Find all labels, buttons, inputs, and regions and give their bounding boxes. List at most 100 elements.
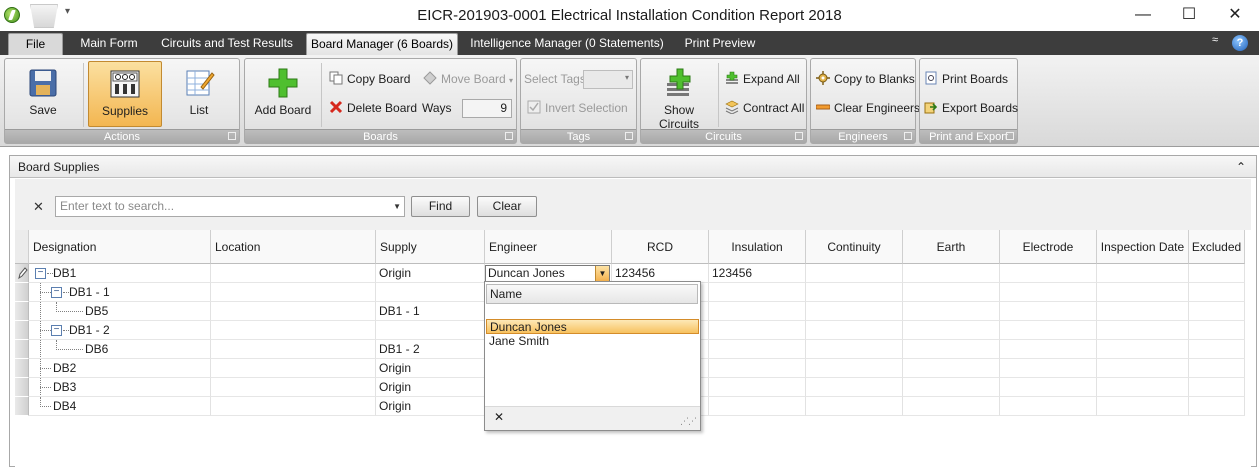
designation-cell[interactable]: DB5 [29, 302, 211, 321]
inspection-date-cell[interactable] [1097, 359, 1189, 378]
close-button[interactable]: ✕ [1212, 0, 1258, 30]
electrode-cell[interactable] [1000, 359, 1097, 378]
designation-cell[interactable]: DB3 [29, 378, 211, 397]
row-indicator[interactable] [15, 397, 29, 416]
earth-cell[interactable] [903, 378, 1000, 397]
popup-column-header-name[interactable]: Name [486, 284, 698, 304]
column-header-continuity[interactable]: Continuity [806, 230, 903, 264]
excluded-cell[interactable] [1189, 283, 1245, 302]
resize-grip-icon[interactable]: ⋰⋰ [680, 416, 697, 427]
continuity-cell[interactable] [806, 302, 903, 321]
designation-cell[interactable]: DB2 [29, 359, 211, 378]
chevron-down-icon[interactable]: ▼ [393, 197, 401, 216]
copy-to-blanks-button[interactable]: Copy to Blanks [816, 69, 915, 89]
collapse-node-icon[interactable]: − [51, 325, 62, 336]
inspection-date-cell[interactable] [1097, 397, 1189, 416]
insulation-cell[interactable] [709, 321, 806, 340]
show-circuits-button[interactable]: Show Circuits [644, 61, 714, 131]
insulation-cell[interactable] [709, 359, 806, 378]
earth-cell[interactable] [903, 283, 1000, 302]
inspection-date-cell[interactable] [1097, 302, 1189, 321]
continuity-cell[interactable] [806, 283, 903, 302]
insulation-cell[interactable] [709, 378, 806, 397]
designation-cell[interactable]: DB6 [29, 340, 211, 359]
help-icon[interactable]: ? [1232, 35, 1248, 51]
minimize-button[interactable]: — [1120, 0, 1166, 30]
earth-cell[interactable] [903, 359, 1000, 378]
designation-cell[interactable]: − DB1 [29, 264, 211, 283]
delete-board-button[interactable]: Delete Board [329, 98, 417, 118]
supply-cell[interactable] [376, 321, 485, 340]
collapse-node-icon[interactable]: − [51, 287, 62, 298]
dialog-launcher-icon[interactable] [625, 132, 633, 140]
list-button[interactable]: List [165, 61, 233, 127]
supply-cell[interactable]: Origin [376, 378, 485, 397]
electrode-cell[interactable] [1000, 283, 1097, 302]
dialog-launcher-icon[interactable] [505, 132, 513, 140]
earth-cell[interactable] [903, 264, 1000, 283]
designation-cell[interactable]: DB4 [29, 397, 211, 416]
designation-cell[interactable]: − DB1 - 2 [29, 321, 211, 340]
column-header-excluded[interactable]: Excluded [1189, 230, 1245, 264]
dialog-launcher-icon[interactable] [904, 132, 912, 140]
save-button[interactable]: Save [9, 61, 77, 127]
earth-cell[interactable] [903, 397, 1000, 416]
search-input[interactable]: Enter text to search... ▼ [55, 196, 405, 217]
inspection-date-cell[interactable] [1097, 264, 1189, 283]
excluded-cell[interactable] [1189, 321, 1245, 340]
column-header-electrode[interactable]: Electrode [1000, 230, 1097, 264]
excluded-cell[interactable] [1189, 302, 1245, 321]
supply-cell[interactable]: DB1 - 1 [376, 302, 485, 321]
print-boards-button[interactable]: Print Boards [924, 69, 1008, 89]
clear-search-icon[interactable]: ✕ [33, 199, 44, 215]
earth-cell[interactable] [903, 321, 1000, 340]
column-header-earth[interactable]: Earth [903, 230, 1000, 264]
insulation-cell[interactable] [709, 283, 806, 302]
popup-item-jane-smith[interactable]: Jane Smith [486, 334, 699, 349]
row-indicator[interactable] [15, 264, 29, 283]
maximize-button[interactable]: ☐ [1166, 0, 1212, 30]
row-indicator[interactable] [15, 283, 29, 302]
supply-cell[interactable]: Origin [376, 264, 485, 283]
inspection-date-cell[interactable] [1097, 378, 1189, 397]
location-cell[interactable] [211, 321, 376, 340]
column-header-designation[interactable]: Designation [29, 230, 211, 264]
inspection-date-cell[interactable] [1097, 283, 1189, 302]
excluded-cell[interactable] [1189, 397, 1245, 416]
supply-cell[interactable]: DB1 - 2 [376, 340, 485, 359]
insulation-cell[interactable] [709, 302, 806, 321]
collapse-icon[interactable]: ⌃ [1236, 156, 1246, 178]
clear-button[interactable]: Clear [477, 196, 537, 217]
location-cell[interactable] [211, 397, 376, 416]
export-boards-button[interactable]: Export Boards [924, 98, 1018, 118]
insulation-cell[interactable] [709, 397, 806, 416]
column-header-insulation[interactable]: Insulation [709, 230, 806, 264]
continuity-cell[interactable] [806, 340, 903, 359]
excluded-cell[interactable] [1189, 359, 1245, 378]
ways-input[interactable]: 9 [462, 99, 512, 118]
row-indicator[interactable] [15, 321, 29, 340]
tab-intelligence-manager[interactable]: Intelligence Manager (0 Statements) [468, 33, 666, 55]
row-indicator[interactable] [15, 359, 29, 378]
excluded-cell[interactable] [1189, 340, 1245, 359]
collapse-node-icon[interactable]: − [35, 268, 46, 279]
row-indicator[interactable] [15, 302, 29, 321]
ribbon-collapse-icon[interactable]: ≈ [1212, 34, 1218, 46]
location-cell[interactable] [211, 302, 376, 321]
supplies-button[interactable]: Supplies [88, 61, 162, 127]
row-indicator[interactable] [15, 378, 29, 397]
dialog-launcher-icon[interactable] [228, 132, 236, 140]
electrode-cell[interactable] [1000, 302, 1097, 321]
electrode-cell[interactable] [1000, 378, 1097, 397]
invert-selection-button[interactable]: Invert Selection [527, 98, 628, 118]
supply-cell[interactable] [376, 283, 485, 302]
location-cell[interactable] [211, 283, 376, 302]
tab-board-manager[interactable]: Board Manager (6 Boards) [306, 33, 458, 55]
tab-print-preview[interactable]: Print Preview [676, 33, 764, 55]
select-tags-combo[interactable]: ▾ [583, 70, 633, 89]
dialog-launcher-icon[interactable] [795, 132, 803, 140]
chevron-down-icon[interactable]: ▼ [595, 266, 609, 281]
insulation-cell[interactable]: 123456 [709, 264, 806, 283]
designation-cell[interactable]: − DB1 - 1 [29, 283, 211, 302]
tab-circuits-and-test-results[interactable]: Circuits and Test Results [158, 33, 296, 55]
